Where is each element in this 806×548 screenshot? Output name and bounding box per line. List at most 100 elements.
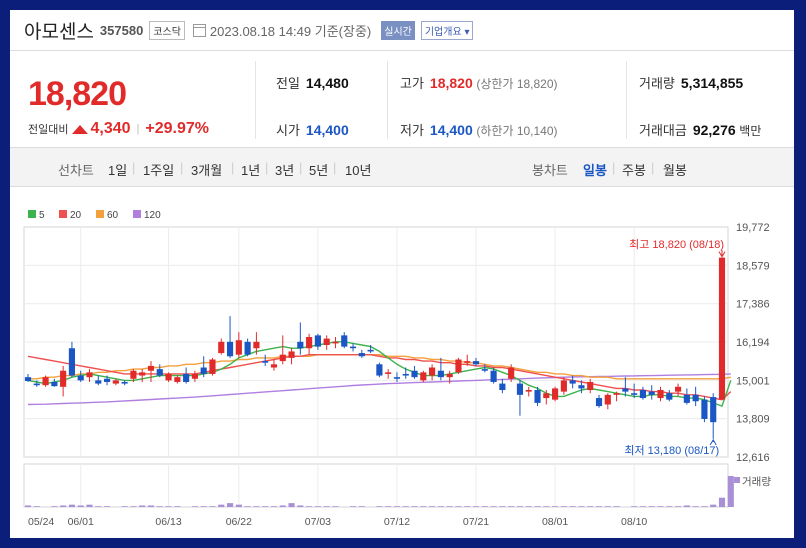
candle-body: [525, 390, 532, 392]
y-tick-label: 18,579: [736, 260, 770, 272]
candle-body: [156, 369, 163, 376]
candle-body: [429, 367, 436, 376]
candle-body: [657, 390, 664, 399]
volume-bar: [429, 506, 436, 507]
volume-bar: [147, 505, 155, 507]
volume-bar: [288, 503, 295, 507]
x-tick-label: 08/01: [542, 516, 568, 528]
candle-body: [516, 383, 524, 395]
min-price-label: 최저 13,180 (08/17): [624, 444, 719, 457]
volume-bar: [385, 506, 392, 507]
candle-body: [411, 370, 418, 378]
volume-bar: [657, 506, 664, 507]
candle-body: [86, 372, 93, 378]
x-tick-label: 05/24: [28, 516, 54, 528]
price-chart: 19,772 18,579 17,386 16,194 15,001 13,809 12,6…: [23, 210, 771, 528]
volume-bar: [279, 505, 286, 507]
candle-body: [174, 377, 181, 382]
volume-bar: [692, 506, 699, 507]
candle-body: [68, 348, 75, 376]
candle-body: [244, 341, 251, 355]
volume-bar: [314, 506, 321, 507]
volume-bar: [560, 506, 567, 507]
volume-bar: [595, 506, 603, 507]
volume-bar: [60, 505, 67, 507]
volume-bar: [604, 506, 611, 507]
volume-bar: [130, 506, 137, 507]
candle-body: [578, 385, 585, 389]
volume-bar: [103, 506, 111, 507]
x-tick-label: 07/03: [305, 516, 331, 528]
candle-body: [490, 370, 497, 382]
volume-label: 거래량: [742, 476, 771, 488]
stock-panel: 아모센스 357580 코스닥 2023.08.18 14:49 기준(장중) …: [10, 10, 794, 538]
candle-body: [235, 340, 242, 355]
volume-bar: [165, 506, 172, 507]
x-tick-label: 07/12: [384, 516, 410, 528]
x-tick-label: 06/13: [155, 516, 181, 528]
candle-body: [183, 373, 190, 382]
volume-bar: [464, 506, 471, 507]
volume-bar: [77, 505, 84, 507]
candle-body: [569, 380, 576, 384]
volume-bar: [297, 505, 304, 507]
legend-label: 5: [39, 210, 45, 221]
candle-body: [323, 338, 330, 346]
volume-bar: [718, 497, 726, 507]
volume-bar: [683, 505, 690, 507]
candle-body: [631, 393, 638, 395]
candle-body: [77, 375, 84, 381]
legend-swatch: [28, 210, 36, 218]
y-tick-label: 17,386: [736, 299, 770, 311]
candle-body: [139, 372, 146, 376]
candle-body: [341, 335, 348, 347]
y-tick-label: 16,194: [736, 337, 770, 349]
volume-bar: [393, 506, 401, 507]
candle-body: [455, 359, 462, 373]
candle-body: [446, 373, 453, 378]
candle-body: [121, 381, 128, 384]
candle-body: [103, 378, 111, 382]
candle-body: [253, 341, 260, 349]
candle-body: [595, 398, 603, 407]
volume-bar: [68, 504, 75, 507]
volume-bar: [358, 506, 365, 507]
volume-bar: [587, 506, 594, 507]
candle-body: [95, 380, 102, 384]
volume-bar: [437, 506, 444, 507]
candle-body: [499, 383, 506, 391]
candle-body: [24, 377, 32, 382]
candle-body: [402, 373, 409, 376]
volume-bar: [490, 506, 497, 507]
volume-bar: [156, 506, 163, 507]
volume-bar: [420, 506, 427, 507]
volume-bar: [191, 506, 198, 507]
candle-body: [314, 335, 321, 347]
volume-bar: [262, 506, 269, 507]
candle-body: [262, 361, 269, 363]
candle-body: [613, 393, 620, 395]
volume-bar: [569, 506, 576, 507]
candle-body: [349, 346, 357, 349]
candle-body: [112, 380, 119, 384]
candle-body: [552, 388, 559, 400]
volume-bar: [455, 506, 462, 507]
candle-body: [385, 372, 392, 374]
volume-bar: [95, 506, 102, 507]
y-tick-label: 15,001: [736, 375, 770, 387]
candle-body: [60, 370, 67, 387]
volume-bar: [516, 506, 524, 507]
candle-body: [472, 361, 480, 365]
legend-label: 120: [144, 210, 161, 221]
x-tick-label: 06/01: [68, 516, 94, 528]
volume-bar: [226, 503, 234, 507]
volume-bar: [24, 505, 32, 507]
volume-bar: [349, 506, 357, 507]
volume-bar: [121, 506, 128, 507]
candle-body: [218, 341, 225, 354]
candle-body: [587, 381, 594, 391]
volume-bar: [675, 506, 682, 507]
candle-body: [279, 354, 286, 362]
y-tick-label: 13,809: [736, 414, 770, 426]
legend-swatch: [59, 210, 67, 218]
